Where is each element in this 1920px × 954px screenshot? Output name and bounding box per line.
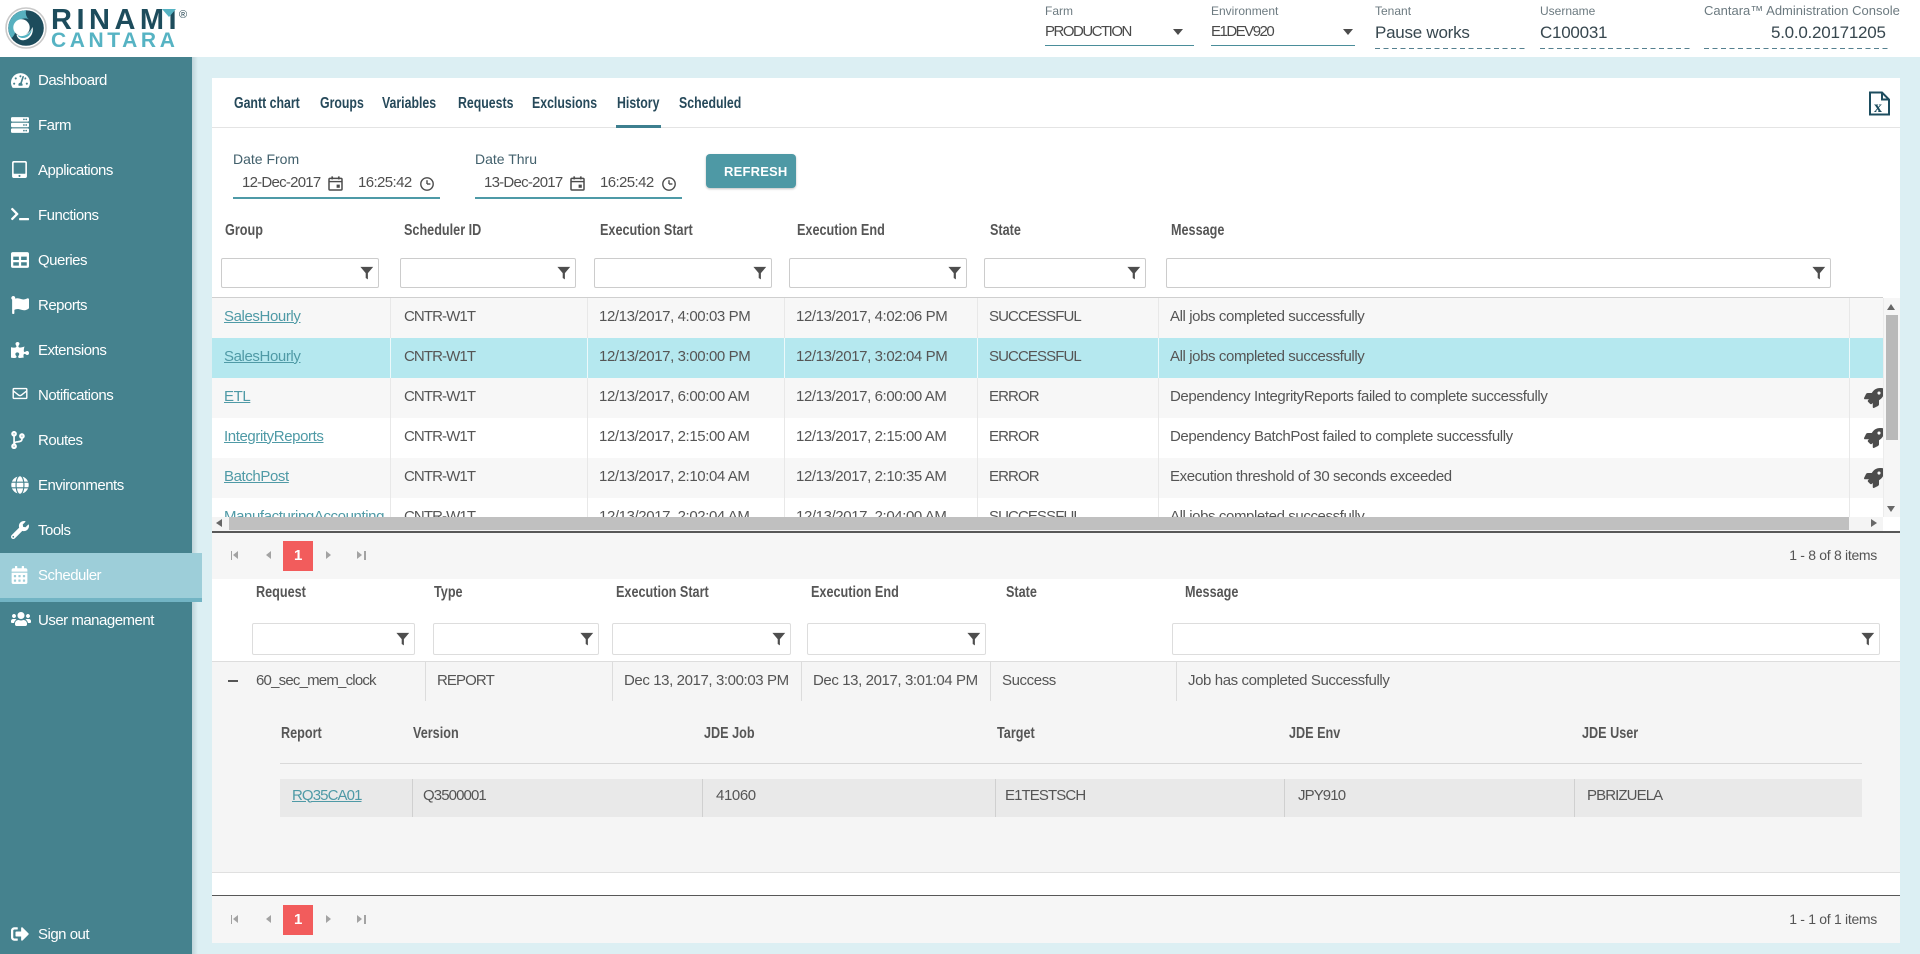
svg-text:x: x [1874, 99, 1882, 116]
